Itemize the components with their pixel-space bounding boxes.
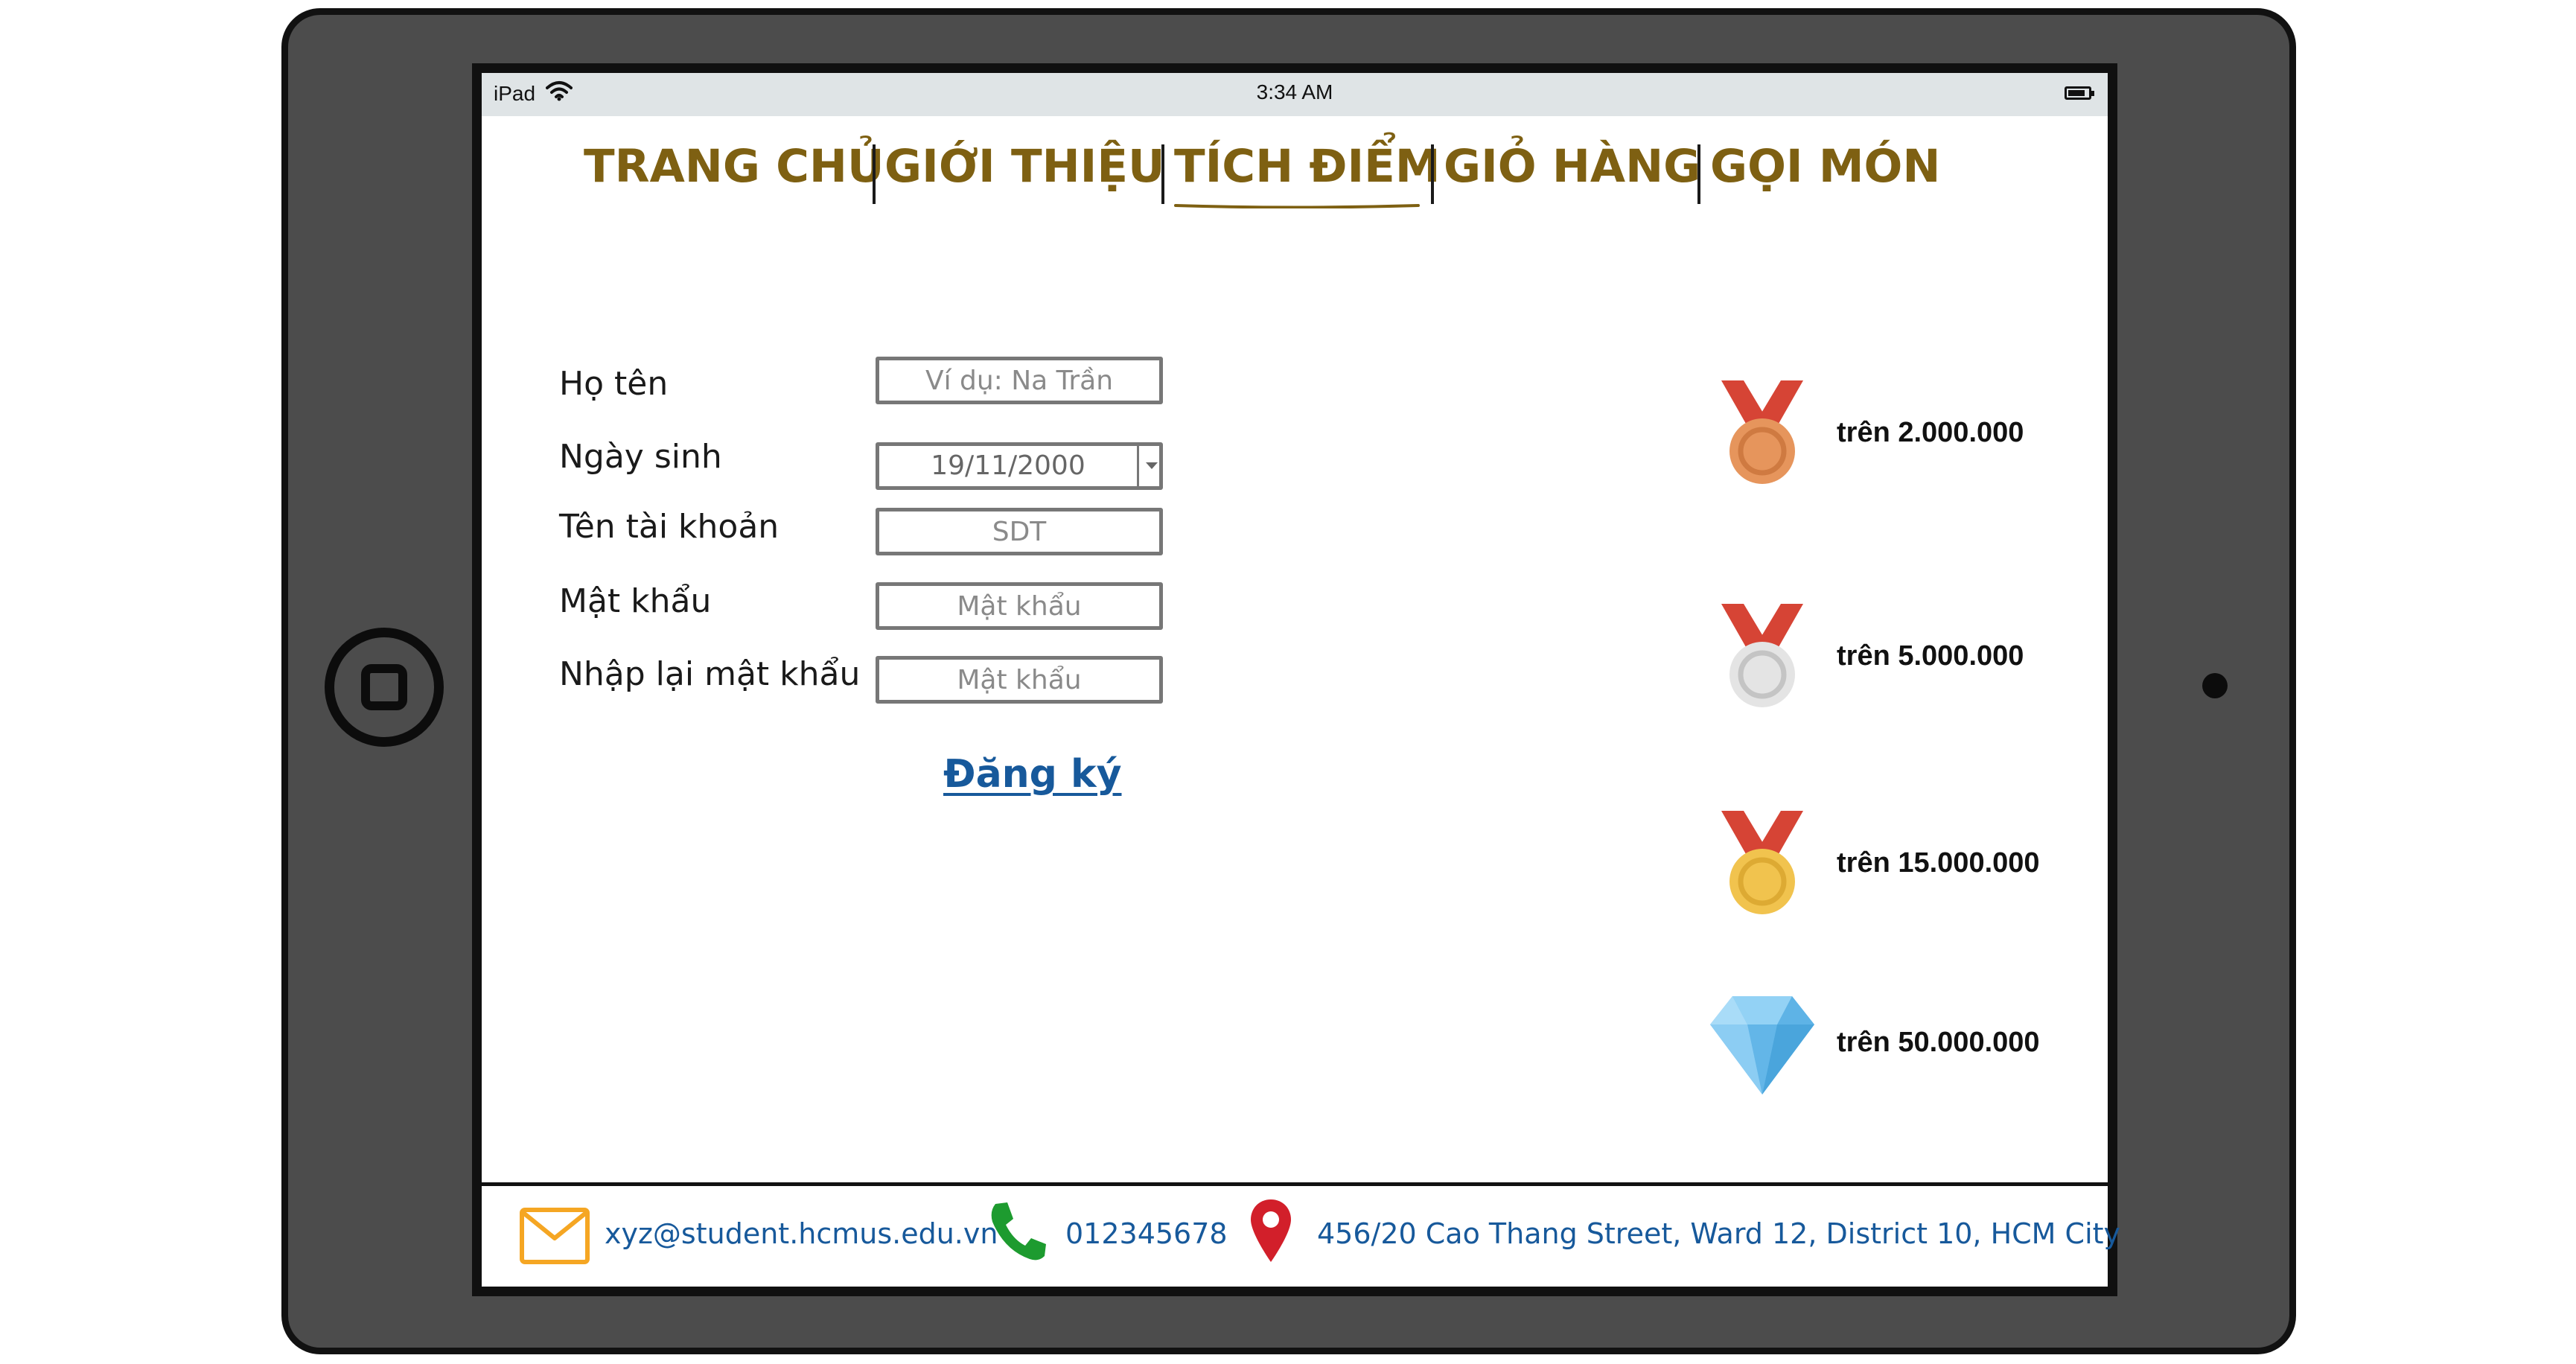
camera-dot — [2202, 673, 2228, 698]
gold-medal-icon — [1721, 811, 1803, 914]
bronze-medal-icon — [1721, 380, 1803, 484]
footer-phone[interactable]: 012345678 — [1065, 1217, 1228, 1250]
nav-separator — [873, 144, 876, 204]
home-button-square — [361, 664, 407, 710]
password-input[interactable] — [876, 582, 1163, 630]
register-link[interactable]: Đăng ký — [943, 752, 1121, 797]
nav-separator — [1431, 144, 1434, 204]
status-bar: iPad 3:34 AM — [482, 73, 2108, 116]
tier-silver-label: trên 5.000.000 — [1837, 640, 2024, 672]
location-pin-icon — [1251, 1199, 1291, 1262]
username-input[interactable] — [876, 508, 1163, 555]
home-button[interactable] — [325, 628, 444, 747]
label-confirm-password: Nhập lại mật khẩu — [559, 655, 861, 693]
tier-diamond-label: trên 50.000.000 — [1837, 1027, 2040, 1058]
select-divider — [1137, 446, 1139, 486]
birthdate-select[interactable]: 19/11/2000 — [876, 442, 1163, 490]
tier-gold-label: trên 15.000.000 — [1837, 847, 2040, 879]
footer-address: 456/20 Cao Thang Street, Ward 12, Distri… — [1317, 1217, 2121, 1250]
mail-icon — [520, 1208, 590, 1264]
screen: iPad 3:34 AM TRANG CHỦ GIỚI THIỆU TÍCH Đ… — [472, 63, 2120, 1296]
label-username: Tên tài khoản — [559, 508, 780, 546]
label-full-name: Họ tên — [559, 365, 669, 403]
battery-icon — [2065, 86, 2094, 100]
footer-email[interactable]: xyz@student.hcmus.edu.vn — [605, 1217, 998, 1250]
dropdown-arrow-icon[interactable] — [1146, 462, 1158, 469]
nav-separator — [1161, 144, 1164, 204]
nav-order[interactable]: GỌI MÓN — [1710, 140, 1940, 193]
label-password: Mật khẩu — [559, 582, 712, 620]
silver-medal-icon — [1721, 604, 1803, 707]
diamond-icon — [1710, 996, 1814, 1094]
label-birthdate: Ngày sinh — [559, 438, 722, 476]
status-time: 3:34 AM — [1256, 80, 1333, 103]
phone-icon — [991, 1202, 1046, 1261]
tier-bronze-label: trên 2.000.000 — [1837, 417, 2024, 448]
nav-separator — [1697, 144, 1700, 204]
footer: xyz@student.hcmus.edu.vn 012345678 456/2… — [482, 1186, 2120, 1290]
nav-home[interactable]: TRANG CHỦ — [584, 140, 884, 193]
full-name-input[interactable] — [876, 357, 1163, 404]
nav-cart[interactable]: GIỎ HÀNG — [1444, 140, 1700, 193]
active-tab-underline — [1174, 204, 1420, 208]
nav-about[interactable]: GIỚI THIỆU — [884, 140, 1165, 193]
nav-points[interactable]: TÍCH ĐIỂM — [1174, 140, 1441, 193]
birthdate-value: 19/11/2000 — [931, 450, 1085, 481]
confirm-password-input[interactable] — [876, 656, 1163, 704]
main-nav: TRANG CHỦ GIỚI THIỆU TÍCH ĐIỂM GIỎ HÀNG … — [482, 140, 2108, 229]
